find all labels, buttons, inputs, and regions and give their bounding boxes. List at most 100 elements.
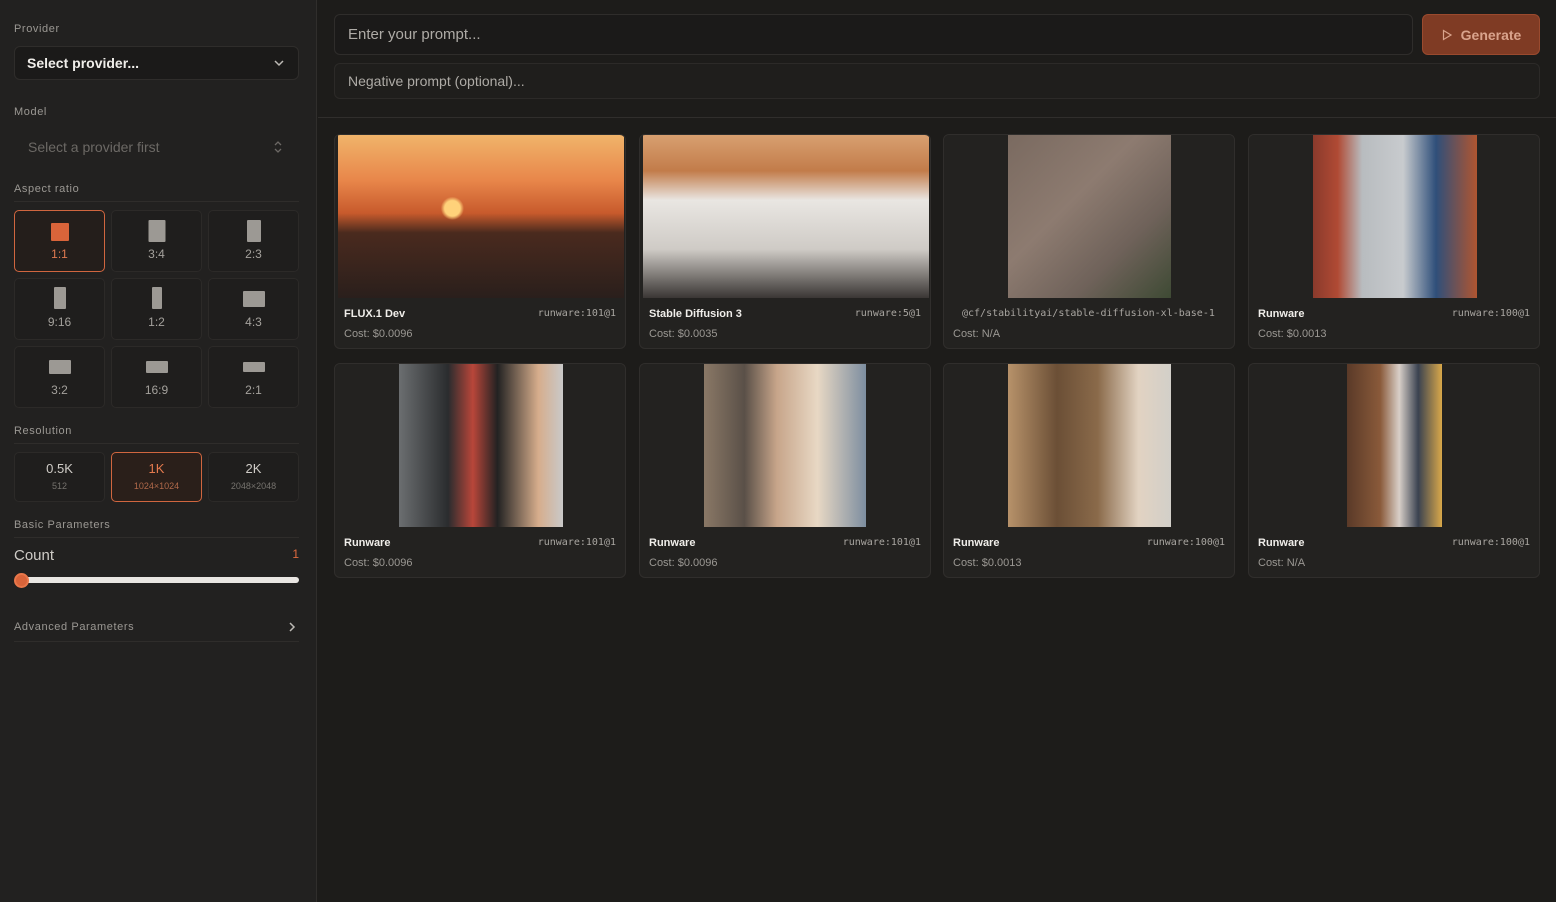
card-cost: Cost: $0.0096 <box>344 557 413 569</box>
generate-button[interactable]: Generate <box>1422 14 1540 55</box>
resolution-option-size: 512 <box>51 481 68 491</box>
count-slider-thumb[interactable] <box>14 573 29 588</box>
card-provider: Stable Diffusion 3 <box>649 308 742 320</box>
count-row: Count 1 <box>14 547 299 564</box>
basic-parameters-label: Basic Parameters <box>14 519 111 531</box>
aspect-option-16-9[interactable]: 16:9 <box>111 346 202 408</box>
landscape-shape-icon <box>145 361 168 373</box>
card-model-id: runware:100@1 <box>1451 537 1530 548</box>
aspect-option-3-2[interactable]: 3:2 <box>14 346 105 408</box>
card-cost: Cost: $0.0013 <box>953 557 1022 569</box>
card-cost: Cost: N/A <box>1258 557 1306 569</box>
resolution-option-size: 1024×1024 <box>133 481 180 491</box>
card-provider: Runware <box>1258 308 1305 320</box>
image-frame <box>1249 364 1539 527</box>
prompt-input[interactable] <box>334 14 1413 55</box>
gallery-card[interactable]: Runware runware:100@1 Cost: $0.0013 <box>943 363 1235 578</box>
card-cost: Cost: $0.0096 <box>649 557 718 569</box>
advanced-parameters-toggle[interactable]: Advanced Parameters <box>14 620 299 634</box>
portrait-shape-icon <box>151 287 162 309</box>
landscape-shape-icon <box>242 291 265 307</box>
image-frame <box>1249 135 1539 298</box>
image-frame <box>335 364 625 527</box>
aspect-option-label: 4:3 <box>245 315 262 329</box>
resolution-option-label: 1K <box>148 461 165 476</box>
card-cost: Cost: $0.0035 <box>649 328 718 340</box>
gallery-card[interactable]: Runware runware:101@1 Cost: $0.0096 <box>334 363 626 578</box>
generated-image[interactable] <box>643 135 929 298</box>
aspect-option-1-1[interactable]: 1:1 <box>14 210 105 272</box>
divider <box>14 641 299 642</box>
aspect-option-label: 16:9 <box>144 383 169 397</box>
landscape-shape-icon <box>48 360 71 374</box>
aspect-option-3-4[interactable]: 3:4 <box>111 210 202 272</box>
gallery-card[interactable]: Runware runware:101@1 Cost: $0.0096 <box>639 363 931 578</box>
divider <box>14 443 299 444</box>
sidebar: Provider Select provider... Model Select… <box>0 0 317 902</box>
provider-select[interactable]: Select provider... <box>14 46 299 80</box>
aspect-option-2-3[interactable]: 2:3 <box>208 210 299 272</box>
resolution-option-2k[interactable]: 2K 2048×2048 <box>208 452 299 502</box>
resolution-option-size: 2048×2048 <box>230 481 277 491</box>
image-frame <box>640 364 930 527</box>
aspect-option-label: 3:4 <box>148 247 165 261</box>
generated-image[interactable] <box>704 364 866 527</box>
gallery-card[interactable]: Stable Diffusion 3 runware:5@1 Cost: $0.… <box>639 134 931 349</box>
image-frame <box>335 135 625 298</box>
card-model-id: runware:101@1 <box>537 308 616 319</box>
card-provider: FLUX.1 Dev <box>344 308 406 320</box>
portrait-shape-icon <box>246 220 261 242</box>
model-select-value: Select a provider first <box>28 139 160 155</box>
aspect-option-2-1[interactable]: 2:1 <box>208 346 299 408</box>
square-shape-icon <box>50 223 69 241</box>
gallery-card[interactable]: Runware runware:100@1 Cost: N/A <box>1248 363 1540 578</box>
aspect-option-label: 2:1 <box>245 383 262 397</box>
card-model-id: runware:101@1 <box>537 537 616 548</box>
model-select[interactable]: Select a provider first <box>14 130 299 164</box>
gallery-card[interactable]: FLUX.1 Dev runware:101@1 Cost: $0.0096 <box>334 134 626 349</box>
card-model-id: runware:101@1 <box>842 537 921 548</box>
card-cost: Cost: $0.0013 <box>1258 328 1327 340</box>
card-provider: Runware <box>953 537 1000 549</box>
card-provider: Runware <box>649 537 696 549</box>
play-icon <box>1442 28 1452 41</box>
aspect-option-label: 3:2 <box>51 383 68 397</box>
count-slider-track[interactable] <box>18 577 299 583</box>
gallery-card[interactable]: @cf/stabilityai/stable-diffusion-xl-base… <box>943 134 1235 349</box>
aspect-option-4-3[interactable]: 4:3 <box>208 278 299 340</box>
generated-image[interactable] <box>1347 364 1442 527</box>
provider-select-value: Select provider... <box>27 55 140 71</box>
aspect-option-label: 1:1 <box>51 247 68 261</box>
card-model-id: @cf/stabilityai/stable-diffusion-xl-base… <box>962 308 1215 319</box>
aspect-ratio-label: Aspect ratio <box>14 183 80 195</box>
resolution-label: Resolution <box>14 425 72 437</box>
generated-image[interactable] <box>338 135 624 298</box>
resolution-option-label: 0.5K <box>46 461 73 476</box>
generated-image[interactable] <box>1313 135 1477 298</box>
image-frame <box>944 364 1234 527</box>
chevrons-up-down-icon <box>274 141 282 153</box>
divider <box>14 201 299 202</box>
image-frame <box>640 135 930 298</box>
provider-label: Provider <box>14 23 60 35</box>
image-frame <box>944 135 1234 298</box>
divider <box>318 117 1556 118</box>
generated-image[interactable] <box>1008 364 1171 527</box>
card-model-id: runware:5@1 <box>854 308 921 319</box>
aspect-option-1-2[interactable]: 1:2 <box>111 278 202 340</box>
card-provider: Runware <box>1258 537 1305 549</box>
generated-image[interactable] <box>1008 135 1171 298</box>
resolution-option-1k[interactable]: 1K 1024×1024 <box>111 452 202 502</box>
generated-image[interactable] <box>399 364 563 527</box>
card-model-id: runware:100@1 <box>1146 537 1225 548</box>
resolution-option-0-5k[interactable]: 0.5K 512 <box>14 452 105 502</box>
generate-button-label: Generate <box>1460 26 1522 43</box>
card-cost: Cost: $0.0096 <box>344 328 413 340</box>
card-model-id: runware:100@1 <box>1451 308 1530 319</box>
negative-prompt-input[interactable] <box>334 63 1540 99</box>
gallery-card[interactable]: Runware runware:100@1 Cost: $0.0013 <box>1248 134 1540 349</box>
aspect-option-9-16[interactable]: 9:16 <box>14 278 105 340</box>
portrait-shape-icon <box>148 220 165 242</box>
divider <box>14 537 299 538</box>
portrait-shape-icon <box>53 287 66 309</box>
